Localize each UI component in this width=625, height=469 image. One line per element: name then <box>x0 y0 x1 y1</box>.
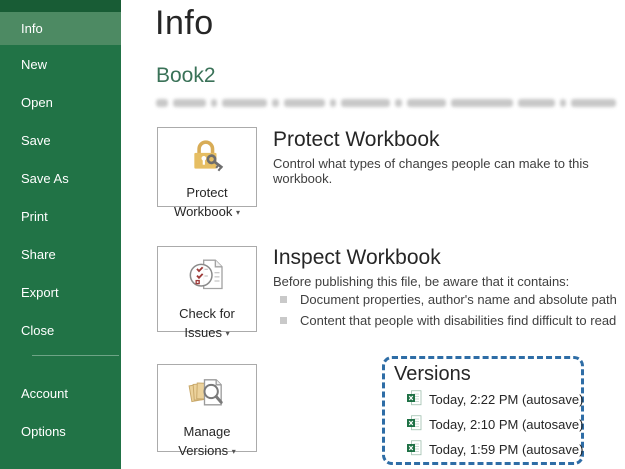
dropdown-caret-icon: ▾ <box>226 329 230 338</box>
inspect-bullet-item: Document properties, author's name and a… <box>280 292 617 307</box>
versions-search-icon <box>187 374 227 419</box>
protect-workbook-button[interactable]: Protect Workbook ▾ <box>157 127 257 207</box>
sidebar-item-options[interactable]: Options <box>0 412 121 450</box>
sidebar-item-label: Export <box>21 285 59 300</box>
excel-file-icon <box>407 390 422 409</box>
protect-workbook-description: Control what types of changes people can… <box>273 156 625 186</box>
version-entry[interactable]: Today, 2:22 PM (autosave) <box>407 390 583 409</box>
dropdown-caret-icon: ▾ <box>232 447 236 456</box>
excel-file-icon <box>407 415 422 434</box>
lock-key-icon <box>188 137 226 180</box>
excel-file-icon <box>407 440 422 459</box>
info-page-content: Info Book2 <box>121 0 625 469</box>
protect-workbook-heading: Protect Workbook <box>273 128 440 152</box>
check-for-issues-button[interactable]: Check for Issues ▾ <box>157 246 257 332</box>
sidebar-item-label: Print <box>21 209 48 224</box>
sidebar-item-share[interactable]: Share <box>0 235 121 273</box>
excel-backstage-info-view: Info New Open Save Save As Print Share E… <box>0 0 625 469</box>
sidebar-top-strip <box>0 0 121 12</box>
sidebar-item-save[interactable]: Save <box>0 121 121 159</box>
workbook-name: Book2 <box>156 64 216 88</box>
sidebar-item-close[interactable]: Close <box>0 311 121 349</box>
sidebar-item-label: Options <box>21 424 66 439</box>
sidebar-item-info[interactable]: Info <box>0 12 121 45</box>
dropdown-caret-icon: ▾ <box>236 208 240 217</box>
inspect-document-icon <box>187 256 227 301</box>
backstage-sidebar: Info New Open Save Save As Print Share E… <box>0 0 121 469</box>
page-title: Info <box>155 4 214 43</box>
inspect-workbook-description: Before publishing this file, be aware th… <box>273 274 569 289</box>
version-entry-label: Today, 2:22 PM (autosave) <box>429 392 583 407</box>
inspect-bullet-item: Content that people with disabilities fi… <box>280 313 616 328</box>
version-entry[interactable]: Today, 1:59 PM (autosave) <box>407 440 583 459</box>
sidebar-item-account[interactable]: Account <box>0 374 121 412</box>
sidebar-item-export[interactable]: Export <box>0 273 121 311</box>
bullet-square-icon <box>280 296 287 303</box>
sidebar-item-label: Open <box>21 95 53 110</box>
protect-workbook-button-label: Protect Workbook ▾ <box>174 184 240 222</box>
check-for-issues-button-label: Check for Issues ▾ <box>179 305 235 343</box>
manage-versions-button-label: Manage Versions ▾ <box>178 423 236 461</box>
sidebar-item-open[interactable]: Open <box>0 83 121 121</box>
version-entry-label: Today, 2:10 PM (autosave) <box>429 417 583 432</box>
manage-versions-button[interactable]: Manage Versions ▾ <box>157 364 257 452</box>
sidebar-item-new[interactable]: New <box>0 45 121 83</box>
version-entry-label: Today, 1:59 PM (autosave) <box>429 442 583 457</box>
sidebar-item-print[interactable]: Print <box>0 197 121 235</box>
sidebar-item-label: Save As <box>21 171 69 186</box>
sidebar-item-label: Close <box>21 323 54 338</box>
sidebar-item-label: Info <box>21 21 43 36</box>
inspect-workbook-heading: Inspect Workbook <box>273 246 441 270</box>
sidebar-item-label: Account <box>21 386 68 401</box>
versions-heading: Versions <box>394 363 471 386</box>
sidebar-item-label: Share <box>21 247 56 262</box>
redacted-file-path <box>156 97 616 109</box>
version-entry[interactable]: Today, 2:10 PM (autosave) <box>407 415 583 434</box>
sidebar-item-label: New <box>21 57 47 72</box>
sidebar-item-save-as[interactable]: Save As <box>0 159 121 197</box>
sidebar-divider <box>32 355 119 356</box>
sidebar-item-label: Save <box>21 133 51 148</box>
bullet-square-icon <box>280 317 287 324</box>
